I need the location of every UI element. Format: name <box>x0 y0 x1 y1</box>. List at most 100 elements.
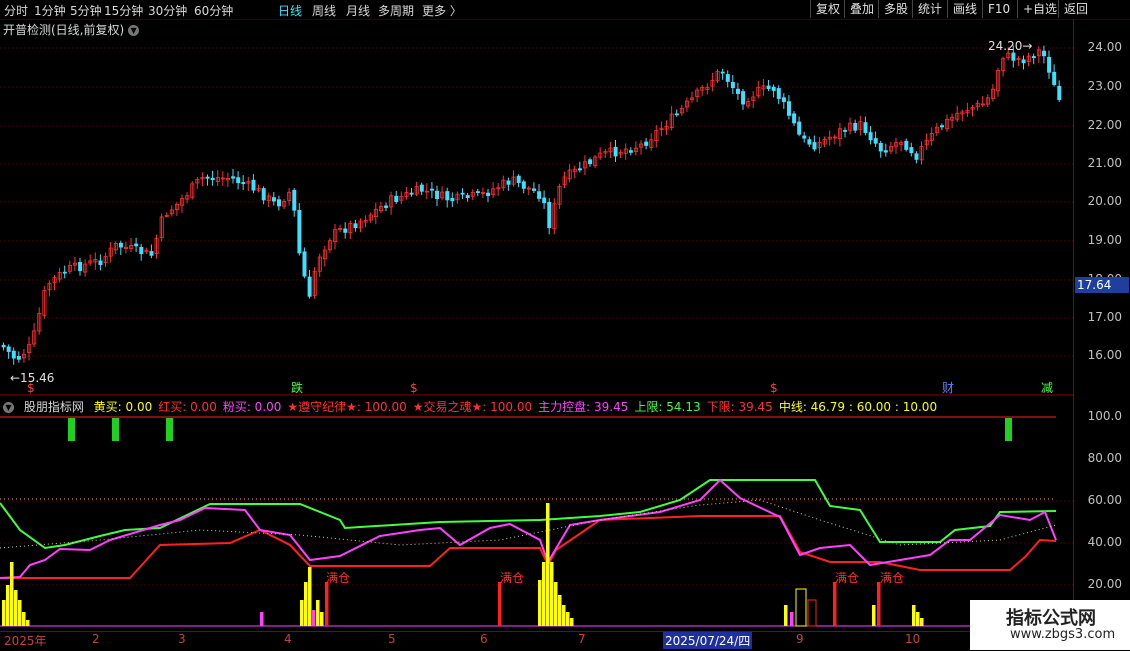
full-position-tag: 满仓 <box>326 571 350 585</box>
chevron-down-icon[interactable]: ▼ <box>3 402 14 413</box>
full-position-tag: 满仓 <box>880 571 904 585</box>
candle-body <box>674 113 679 116</box>
volume-bar <box>872 605 876 626</box>
candle-body <box>419 184 424 192</box>
candle-body <box>302 251 307 277</box>
indicator-value-8: 中线: 46.79 : 60.00 : 10.00 <box>778 400 938 414</box>
candle-body <box>736 88 741 94</box>
volume-bar <box>570 618 574 626</box>
candle-body <box>787 101 792 116</box>
volume-bar <box>542 562 546 626</box>
candle-body <box>781 97 786 103</box>
candle-body <box>118 242 123 248</box>
event-marker: $ <box>410 381 418 395</box>
candle-body <box>276 199 281 207</box>
candle-body <box>628 150 633 153</box>
watermark-logo: 指标公式网 www.zbgs3.com <box>970 600 1130 650</box>
candle-body <box>521 181 526 189</box>
volume-bar <box>558 595 562 626</box>
signal-block <box>1005 418 1012 441</box>
candle-body <box>460 192 465 195</box>
candle-body <box>914 153 919 160</box>
candle-body <box>588 159 593 165</box>
candle-body <box>725 74 730 82</box>
candle-body <box>465 195 470 198</box>
indicator-value-4: ★交易之魂★: 100.00 <box>412 400 533 414</box>
indicator-tick: 60.00 <box>1087 493 1122 507</box>
indicator-value-5: 主力控盘: 39.45 <box>538 400 629 414</box>
volume-bar <box>833 582 837 626</box>
candle-body <box>547 202 552 228</box>
candle-body <box>435 190 440 200</box>
indicator-name: 股朋指标网 <box>23 400 84 414</box>
volume-bar <box>320 612 324 626</box>
candle-body <box>807 139 812 145</box>
cursor-date: 2025/07/24/四 <box>663 632 753 649</box>
price-tick: 22.00 <box>1087 118 1122 132</box>
candle-body <box>98 260 103 265</box>
volume-bar <box>22 612 26 626</box>
candle-body <box>307 276 312 297</box>
volume-bar <box>877 582 881 626</box>
signal-block <box>166 418 173 441</box>
candle-body <box>134 243 139 247</box>
volume-bar <box>316 600 320 626</box>
high-annotation: 24.20→ <box>988 39 1032 53</box>
date-tick: 10 <box>905 632 921 646</box>
date-tick: 7 <box>578 632 586 646</box>
indicator-tick: 80.00 <box>1087 451 1122 465</box>
candle-body <box>450 198 455 202</box>
price-tick: 20.00 <box>1087 194 1122 208</box>
candle-body <box>205 176 210 179</box>
indicator-value-2: 粉买: 0.00 <box>222 400 282 414</box>
date-tick: 2025年 <box>4 634 47 648</box>
volume-bar <box>10 562 14 626</box>
candle-body <box>11 350 16 359</box>
price-tick: 19.00 <box>1087 233 1122 247</box>
outline-bar <box>795 588 807 627</box>
candle-body <box>394 195 399 202</box>
candle-body <box>873 138 878 144</box>
candle-body <box>802 135 807 139</box>
price-tick: 17.00 <box>1087 310 1122 324</box>
candle-body <box>766 85 771 89</box>
volume-bar <box>26 620 30 626</box>
date-tick: 6 <box>480 632 488 646</box>
candle-body <box>577 168 582 171</box>
candle-body <box>843 130 848 132</box>
upper-line <box>0 479 1057 550</box>
watermark-url: www.zbgs3.com <box>1010 627 1116 642</box>
date-tick: 4 <box>284 632 292 646</box>
candle-body <box>506 180 511 185</box>
price-tick: 16.00 <box>1087 348 1122 362</box>
candle-body <box>863 122 868 133</box>
candle-body <box>231 176 236 179</box>
candle-body <box>353 223 358 229</box>
volume-bar <box>2 600 6 626</box>
indicator-value-0: 黄买: 0.00 <box>93 400 153 414</box>
event-marker: 减 <box>1041 381 1053 395</box>
candle-body <box>429 188 434 191</box>
candle-body <box>210 177 215 181</box>
current-price-box: 17.64 <box>1075 277 1129 293</box>
candle-body <box>516 175 521 183</box>
candle-body <box>475 191 480 193</box>
signal-block <box>68 418 75 441</box>
volume-bar <box>18 600 22 626</box>
candle-body <box>940 125 945 128</box>
candle-body <box>297 210 302 254</box>
event-marker: 财 <box>942 381 954 395</box>
candle-body <box>792 113 797 124</box>
indicator-tick: 20.00 <box>1087 577 1122 591</box>
candle-body <box>613 146 618 157</box>
indicator-value-3: ★遵守纪律★: 100.00 <box>287 400 407 414</box>
volume-bar <box>912 605 916 626</box>
candle-body <box>537 191 542 199</box>
stock-chart[interactable]: ←15.4624.20→$ 跌 $ $ 财减满仓 满仓 满仓 满仓 <box>0 0 1130 650</box>
volume-bar <box>312 610 316 626</box>
candle-body <box>78 261 83 272</box>
indicator-tick: 100.0 <box>1087 409 1122 423</box>
volume-bar <box>550 562 554 626</box>
price-tick: 21.00 <box>1087 156 1122 170</box>
candle-body <box>149 251 154 256</box>
